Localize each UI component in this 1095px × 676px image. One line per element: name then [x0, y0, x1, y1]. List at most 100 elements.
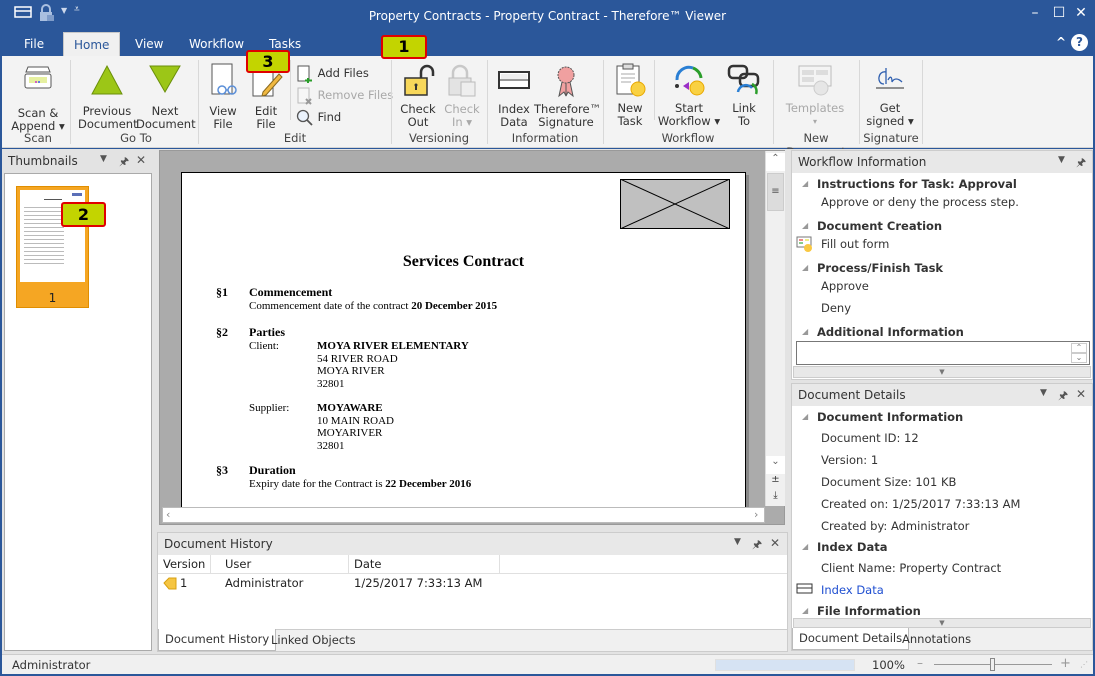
check-in-line2: In ▾ — [451, 115, 473, 129]
new-task-line2: Task — [617, 114, 643, 128]
column-user[interactable]: User — [225, 557, 251, 571]
zoom-out-button[interactable]: – — [917, 656, 923, 670]
help-button[interactable]: ? — [1071, 34, 1088, 51]
templates-button[interactable]: Templates ▾ — [782, 64, 848, 128]
collapse-triangle-icon[interactable]: ◢ — [802, 606, 808, 615]
zoom-slider[interactable] — [934, 658, 1052, 671]
new-task-button[interactable]: New Task — [610, 62, 650, 128]
tab-home[interactable]: Home — [63, 32, 120, 56]
pane-menu-icon[interactable]: ▼ — [734, 537, 741, 547]
expand-pane-icon[interactable]: ▼ — [793, 618, 1091, 628]
vertical-scrollbar[interactable]: ⌃ ≡ ⌄ ± ⤓ — [765, 151, 785, 506]
tab-file[interactable]: File — [14, 32, 54, 56]
check-in-button[interactable]: Check In ▾ — [440, 64, 484, 129]
column-version[interactable]: Version — [163, 557, 205, 571]
collapse-triangle-icon[interactable]: ◢ — [802, 412, 808, 421]
table-row[interactable]: 1 Administrator 1/25/2017 7:33:13 AM — [158, 575, 787, 593]
add-files-button[interactable]: Add Files — [296, 63, 369, 83]
close-pane-icon[interactable]: ✕ — [136, 153, 146, 167]
collapse-triangle-icon[interactable]: ◢ — [802, 221, 808, 230]
scroll-left-icon[interactable]: ‹ — [166, 508, 170, 521]
add-files-icon — [297, 65, 312, 83]
start-workflow-button[interactable]: Start Workflow ▾ — [656, 62, 722, 128]
check-out-button[interactable]: Check Out — [396, 64, 440, 129]
document-creation-heading: Document Creation — [817, 219, 943, 233]
maximize-button[interactable]: ☐ — [1048, 5, 1070, 21]
collapse-triangle-icon[interactable]: ◢ — [802, 542, 808, 551]
start-workflow-line2: Workflow ▾ — [657, 114, 721, 128]
ribbon-separator — [290, 60, 291, 120]
tab-workflow[interactable]: Workflow — [179, 32, 254, 56]
history-table-header: Version User Date — [158, 555, 787, 574]
index-data-line2: Data — [500, 115, 528, 129]
window-title: Property Contracts - Property Contract -… — [368, 9, 727, 23]
supplier-name: MOYAWARE — [317, 402, 383, 414]
link-to-button[interactable]: Link To — [724, 62, 764, 128]
find-button[interactable]: Find — [296, 107, 341, 127]
scroll-up-icon[interactable]: ⌃ — [766, 153, 785, 171]
collapse-ribbon-button[interactable]: ^ — [1056, 35, 1066, 49]
index-data-button[interactable]: Index Data — [494, 64, 534, 129]
document-version: Version: 1 — [821, 453, 879, 467]
next-document-button[interactable]: Next Document — [136, 64, 196, 131]
unlocked-padlock-icon — [404, 64, 435, 96]
view-file-line2: File — [213, 117, 233, 131]
spin-up-icon[interactable]: ⌃ — [1071, 343, 1087, 353]
pin-icon[interactable]: 🖈 — [1058, 387, 1068, 406]
templates-line1: Templates — [785, 101, 845, 115]
last-page-icon[interactable]: ⤓ — [766, 490, 785, 506]
index-data-link[interactable]: Index Data — [821, 583, 884, 597]
collapse-triangle-icon[interactable]: ◢ — [802, 263, 808, 272]
thumbnail-page-number: 1 — [48, 291, 57, 305]
close-pane-icon[interactable]: ✕ — [1076, 387, 1086, 401]
close-pane-icon[interactable]: ✕ — [770, 536, 780, 550]
horizontal-scrollbar[interactable]: ‹ › — [162, 507, 765, 523]
tab-linked-objects[interactable]: Linked Objects — [265, 630, 362, 652]
pin-icon[interactable]: 🖈 — [119, 153, 129, 172]
get-signed-button[interactable]: Get signed ▾ — [864, 64, 916, 128]
group-label-versioning: Versioning — [408, 131, 470, 145]
approve-link[interactable]: Approve — [821, 279, 869, 293]
minimize-button[interactable]: – — [1024, 5, 1046, 21]
ribbon-seal-icon — [557, 66, 575, 98]
details-tabs: Document Details Annotations — [792, 628, 1092, 650]
previous-document-button[interactable]: Previous Document — [78, 64, 138, 131]
pane-menu-icon[interactable]: ▼ — [1040, 388, 1047, 398]
zoom-slider-thumb[interactable] — [990, 658, 995, 671]
collapse-triangle-icon[interactable]: ◢ — [802, 179, 808, 188]
process-finish-heading: Process/Finish Task — [817, 261, 944, 275]
close-button[interactable]: ✕ — [1070, 5, 1092, 21]
tab-annotations[interactable]: Annotations — [896, 629, 977, 651]
column-date[interactable]: Date — [354, 557, 382, 571]
tab-document-details[interactable]: Document Details — [792, 628, 910, 650]
scroll-right-icon[interactable]: › — [754, 508, 758, 521]
title-bar: ▼ ⩡ Property Contracts - Property Contra… — [0, 0, 1095, 32]
remove-files-button[interactable]: Remove Files — [296, 85, 393, 105]
pane-menu-icon[interactable]: ▼ — [1058, 155, 1065, 165]
scanner-icon — [24, 66, 52, 89]
fill-out-form-link[interactable]: Fill out form — [821, 237, 889, 251]
tab-view[interactable]: View — [125, 32, 173, 56]
spin-down-icon[interactable]: ⌄ — [1071, 353, 1087, 363]
document-history-title: Document History — [158, 533, 787, 555]
therefore-signature-button[interactable]: Therefore™ Signature — [534, 64, 601, 129]
zoom-in-button[interactable]: + — [1060, 656, 1071, 671]
collapse-triangle-icon[interactable]: ◢ — [802, 327, 808, 336]
group-label-goto: Go To — [120, 131, 152, 145]
expand-pane-icon[interactable]: ▼ — [793, 366, 1091, 378]
tab-document-history[interactable]: Document History — [158, 629, 277, 651]
created-by: Created by: Administrator — [821, 519, 970, 533]
scroll-thumb[interactable]: ≡ — [767, 173, 784, 211]
pin-icon[interactable]: 🖈 — [1076, 154, 1086, 173]
resize-grip-icon[interactable]: ⋰ — [1080, 660, 1088, 669]
previous-page-icon[interactable]: ± — [766, 474, 785, 490]
document-id: Document ID: 12 — [821, 431, 919, 445]
document-viewer: Services Contract §1 Commencement Commen… — [159, 150, 785, 525]
pane-menu-icon[interactable]: ▼ — [100, 154, 107, 164]
pin-icon[interactable]: 🖈 — [752, 536, 762, 555]
view-file-button[interactable]: View File — [202, 62, 244, 131]
scan-append-button[interactable]: Scan & Append ▾ — [10, 62, 66, 133]
scroll-down-icon[interactable]: ⌄ — [766, 456, 785, 474]
additional-information-input[interactable]: ⌃ ⌄ — [796, 341, 1090, 365]
deny-link[interactable]: Deny — [821, 301, 851, 315]
